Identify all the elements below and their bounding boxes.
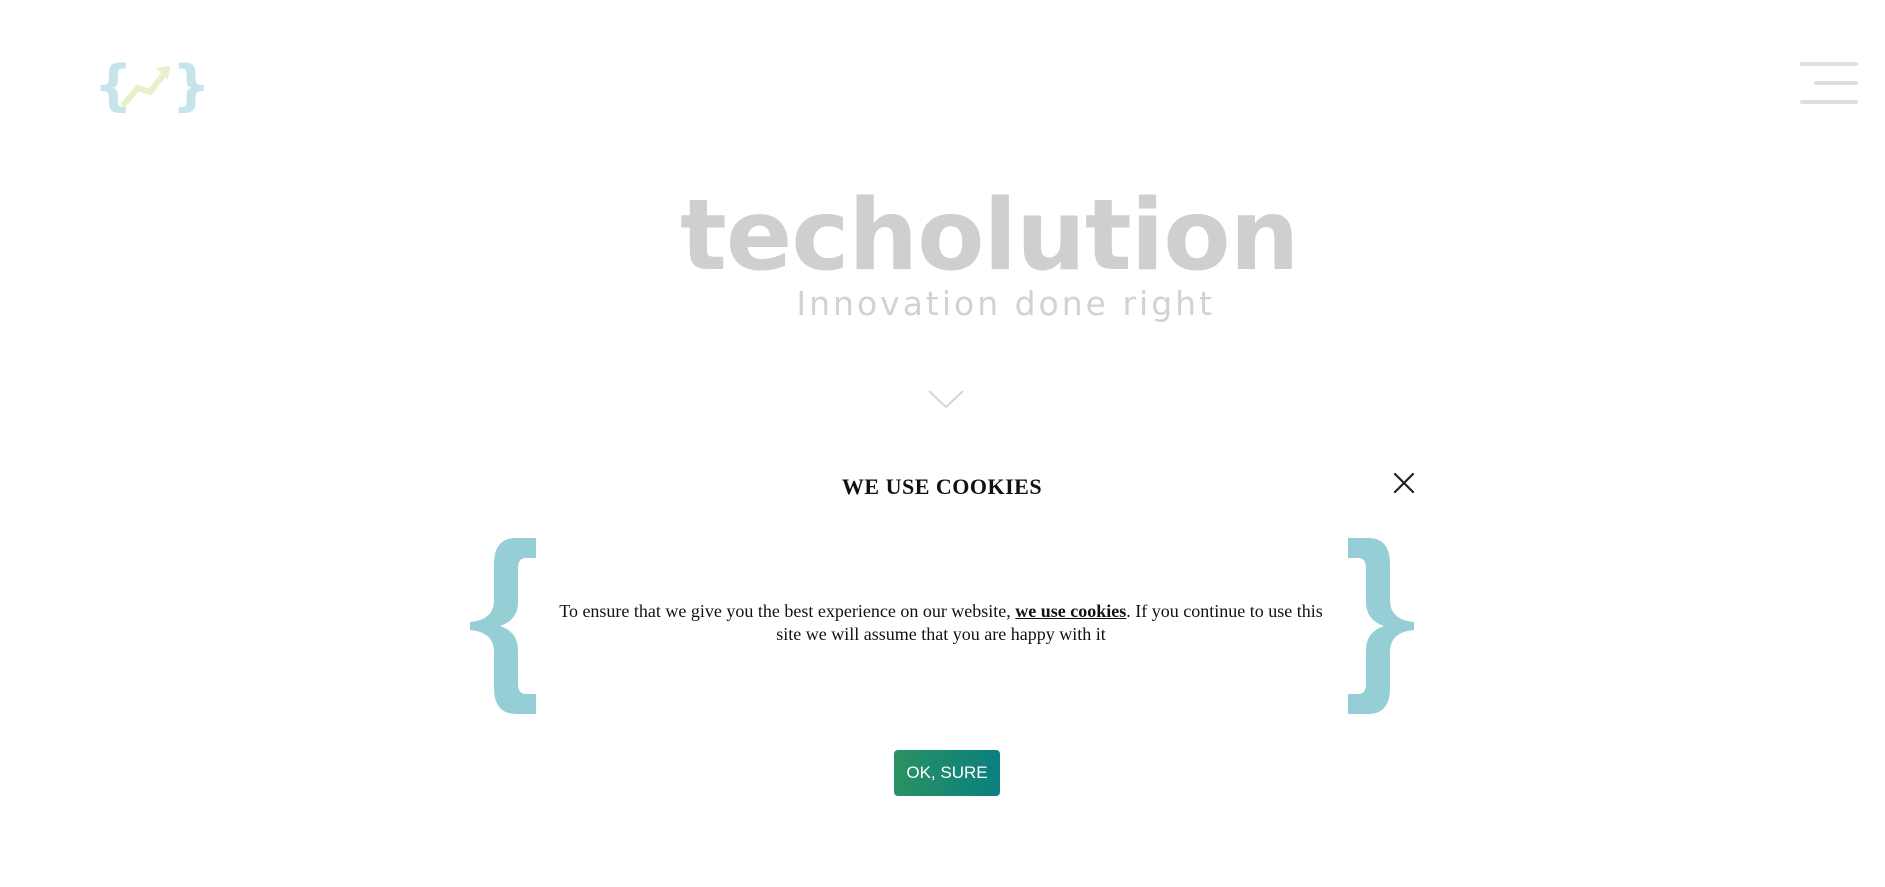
cookie-consent-modal: WE USE COOKIES To ensure that we give yo… (462, 456, 1422, 816)
left-curly-brace-icon (470, 538, 540, 714)
modal-title: WE USE COOKIES (841, 474, 1043, 499)
cookie-policy-link[interactable]: we use cookies (1015, 601, 1126, 621)
modal-message: To ensure that we give you the best expe… (556, 600, 1326, 646)
chevron-down-icon (928, 390, 964, 409)
hamburger-menu-icon-line (1800, 62, 1858, 66)
menu-button[interactable] (1800, 62, 1858, 106)
close-button[interactable] (1391, 470, 1417, 496)
accept-cookies-button[interactable]: OK, SURE (894, 750, 1000, 796)
hamburger-menu-icon-line (1800, 100, 1858, 104)
hamburger-menu-icon-line (1814, 81, 1858, 85)
site-logo[interactable]: { } (94, 54, 210, 117)
close-icon (1393, 472, 1415, 494)
brand-name: techolution (680, 179, 1299, 293)
page: { } techolution Innovation done right WE… (0, 0, 1885, 887)
curly-braces-arrow-logo-icon: { } (94, 54, 210, 117)
scroll-down-button[interactable] (927, 388, 965, 410)
hero-brand: techolution Innovation done right (680, 179, 1299, 323)
message-text-start: To ensure that we give you the best expe… (559, 601, 1016, 621)
svg-text:}: } (172, 56, 204, 116)
right-curly-brace-icon (1344, 538, 1414, 714)
svg-text:{: { (94, 56, 132, 116)
